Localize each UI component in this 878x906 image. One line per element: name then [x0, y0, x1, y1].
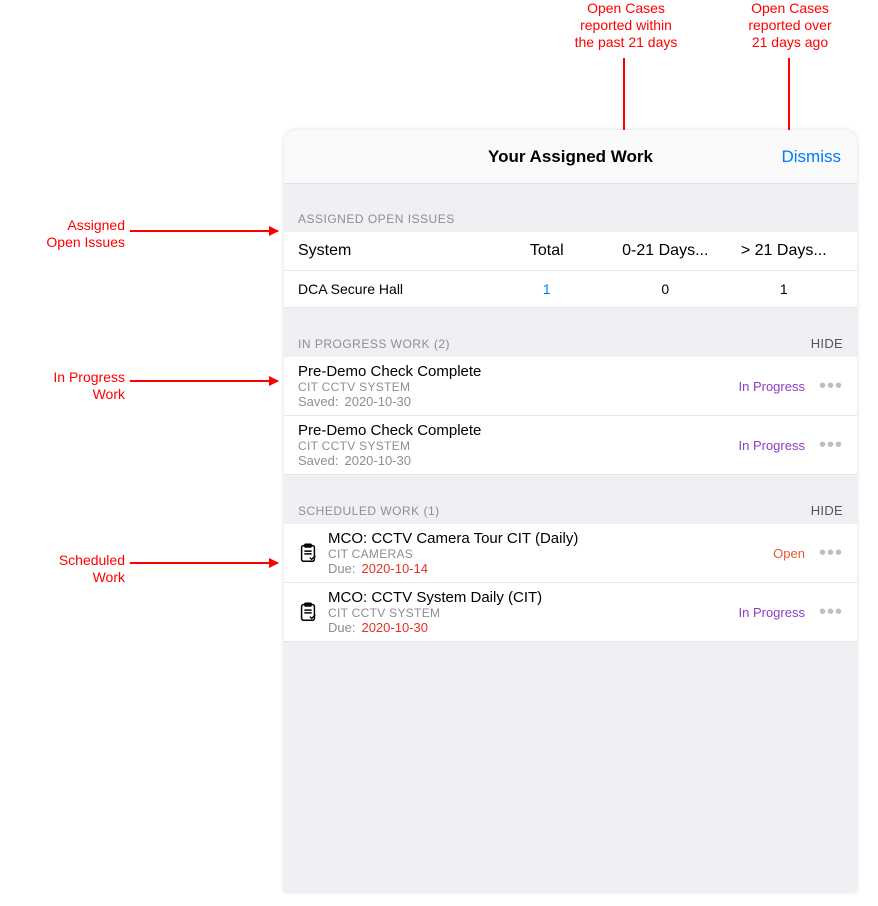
cell-system: DCA Secure Hall: [298, 281, 488, 297]
work-body: MCO: CCTV System Daily (CIT)CIT CCTV SYS…: [328, 589, 739, 635]
work-body: Pre-Demo Check CompleteCIT CCTV SYSTEMSa…: [298, 422, 739, 468]
work-title: Pre-Demo Check Complete: [298, 422, 739, 439]
work-meta: Saved:2020-10-30: [298, 453, 739, 468]
work-date: 2020-10-30: [344, 453, 411, 468]
more-icon[interactable]: •••: [815, 439, 847, 451]
arrow-right-inprogress: [130, 380, 278, 382]
more-icon[interactable]: •••: [815, 606, 847, 618]
more-icon[interactable]: •••: [815, 547, 847, 559]
work-item[interactable]: MCO: CCTV System Daily (CIT)CIT CCTV SYS…: [284, 583, 857, 642]
work-subtitle: CIT CCTV SYSTEM: [298, 439, 739, 453]
hide-button-in-progress[interactable]: HIDE: [811, 336, 843, 351]
status-badge: In Progress: [739, 438, 805, 453]
annotation-open-cases-older: Open Casesreported over21 days ago: [710, 0, 870, 50]
work-item[interactable]: MCO: CCTV Camera Tour CIT (Daily)CIT CAM…: [284, 524, 857, 583]
column-recent: 0-21 Days...: [606, 242, 724, 260]
work-subtitle: CIT CCTV SYSTEM: [298, 380, 739, 394]
empty-area: [284, 642, 857, 892]
column-older: > 21 Days...: [725, 242, 843, 260]
work-date: 2020-10-14: [361, 561, 428, 576]
section-label-open-issues: ASSIGNED OPEN ISSUES: [284, 184, 857, 232]
panel-title: Your Assigned Work: [488, 147, 653, 167]
hide-button-scheduled[interactable]: HIDE: [811, 503, 843, 518]
work-body: Pre-Demo Check CompleteCIT CCTV SYSTEMSa…: [298, 363, 739, 409]
section-label-text: SCHEDULED WORK (1): [298, 504, 440, 518]
section-label-in-progress: IN PROGRESS WORK (2) HIDE: [284, 308, 857, 357]
work-subtitle: CIT CCTV SYSTEM: [328, 606, 739, 620]
cell-recent: 0: [606, 281, 724, 297]
work-item[interactable]: Pre-Demo Check CompleteCIT CCTV SYSTEMSa…: [284, 357, 857, 416]
open-issues-row[interactable]: DCA Secure Hall 1 0 1: [284, 271, 857, 308]
status-badge: In Progress: [739, 379, 805, 394]
status-badge: In Progress: [739, 605, 805, 620]
column-system: System: [298, 242, 488, 260]
work-body: MCO: CCTV Camera Tour CIT (Daily)CIT CAM…: [328, 530, 773, 576]
clipboard-icon: [292, 542, 324, 564]
annotation-assigned-open-issues: AssignedOpen Issues: [15, 217, 125, 251]
work-title: MCO: CCTV Camera Tour CIT (Daily): [328, 530, 773, 547]
panel-header: Your Assigned Work Dismiss: [284, 130, 857, 184]
section-label-text: IN PROGRESS WORK (2): [298, 337, 450, 351]
assigned-work-panel: Your Assigned Work Dismiss ASSIGNED OPEN…: [284, 130, 857, 892]
status-badge: Open: [773, 546, 805, 561]
dismiss-button[interactable]: Dismiss: [782, 147, 842, 167]
annotation-open-cases-recent: Open Casesreported withinthe past 21 day…: [546, 0, 706, 50]
work-meta: Due:2020-10-14: [328, 561, 773, 576]
cell-total[interactable]: 1: [488, 281, 606, 297]
section-label-scheduled: SCHEDULED WORK (1) HIDE: [284, 475, 857, 524]
more-icon[interactable]: •••: [815, 380, 847, 392]
arrow-right-assigned: [130, 230, 278, 232]
annotation-scheduled: ScheduledWork: [15, 552, 125, 586]
work-subtitle: CIT CAMERAS: [328, 547, 773, 561]
section-label-text: ASSIGNED OPEN ISSUES: [298, 212, 455, 226]
annotation-in-progress: In ProgressWork: [15, 369, 125, 403]
column-total: Total: [488, 242, 606, 260]
arrow-right-scheduled: [130, 562, 278, 564]
open-issues-header-row: System Total 0-21 Days... > 21 Days...: [284, 232, 857, 271]
work-date: 2020-10-30: [344, 394, 411, 409]
clipboard-icon: [292, 601, 324, 623]
cell-older: 1: [725, 281, 843, 297]
work-date: 2020-10-30: [361, 620, 428, 635]
work-meta: Saved:2020-10-30: [298, 394, 739, 409]
work-item[interactable]: Pre-Demo Check CompleteCIT CCTV SYSTEMSa…: [284, 416, 857, 475]
work-meta: Due:2020-10-30: [328, 620, 739, 635]
work-title: MCO: CCTV System Daily (CIT): [328, 589, 739, 606]
work-title: Pre-Demo Check Complete: [298, 363, 739, 380]
